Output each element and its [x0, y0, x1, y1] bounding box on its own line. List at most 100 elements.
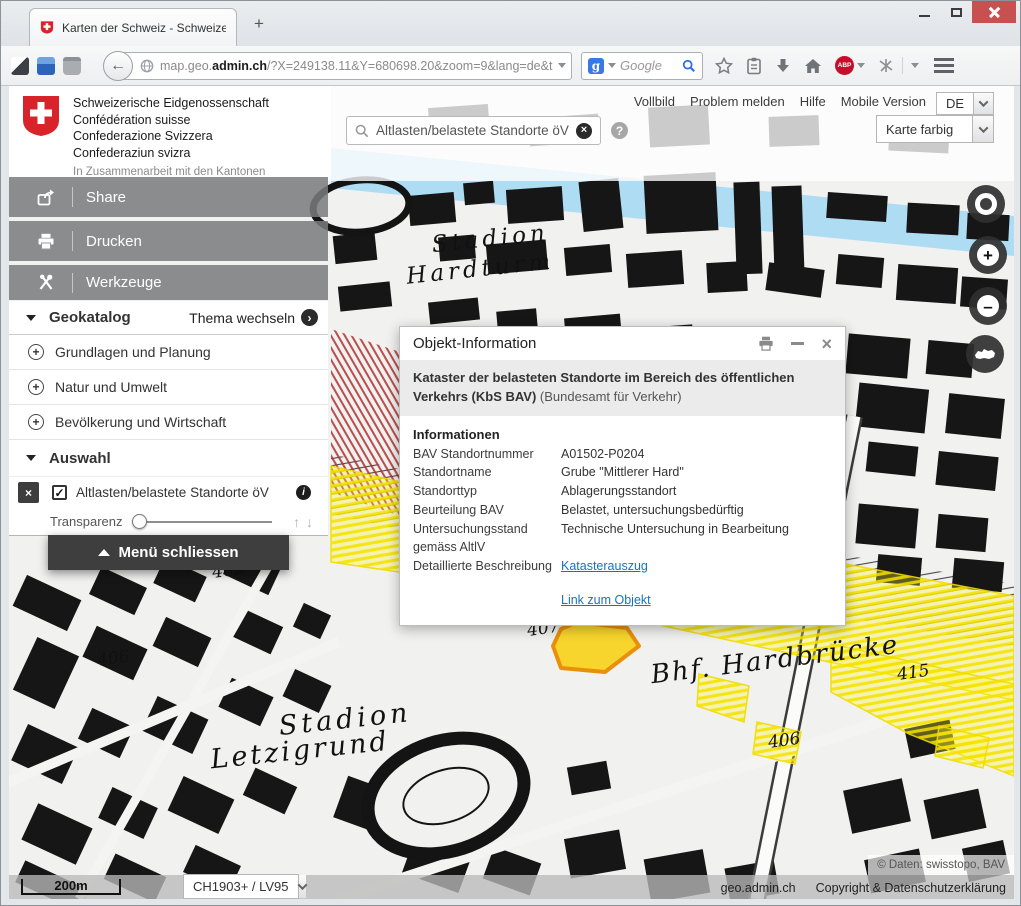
- urlbar-dropdown-icon[interactable]: [558, 63, 566, 68]
- catalog-category-grundlagen[interactable]: + Grundlagen und Planung: [9, 335, 328, 370]
- layer-description: Kataster der belasteten Standorte im Ber…: [400, 360, 845, 416]
- quick-launch-icon-1[interactable]: [11, 57, 29, 75]
- expand-icon[interactable]: +: [28, 344, 44, 360]
- downloads-icon[interactable]: [775, 58, 791, 74]
- footer-bar: 200m CH1903+ / LV95 geo.admin.ch Copyrig…: [9, 875, 1014, 899]
- browser-search-box[interactable]: g Google: [581, 52, 703, 80]
- language-select[interactable]: DE: [936, 92, 994, 115]
- catalog-category-natur[interactable]: + Natur und Umwelt: [9, 370, 328, 405]
- popup-body: Informationen BAV Standortnummer A01502-…: [400, 416, 845, 625]
- info-row: Standorttyp Ablagerungsstandort: [413, 482, 832, 501]
- info-row: Untersuchungsstand gemäss AltlV Technisc…: [413, 520, 832, 558]
- adblock-button[interactable]: ABP: [835, 56, 865, 75]
- info-row: BAV Standortnummer A01502-P0204: [413, 445, 832, 464]
- default-extent-button[interactable]: [966, 335, 1004, 373]
- window-close-button[interactable]: [972, 1, 1016, 23]
- bookmarks-menu-icon[interactable]: [746, 57, 762, 75]
- close-menu-button[interactable]: Menü schliessen: [48, 535, 289, 570]
- geolocation-button[interactable]: [967, 185, 1005, 223]
- caret-down-icon: [26, 315, 36, 321]
- window-minimize-button[interactable]: [908, 1, 940, 23]
- chevron-right-icon[interactable]: ›: [301, 309, 318, 326]
- remove-layer-button[interactable]: ×: [18, 482, 39, 503]
- adblock-dropdown-icon: [857, 63, 865, 68]
- minimize-icon: [919, 15, 930, 17]
- layer-checkbox[interactable]: ✓: [52, 485, 67, 500]
- catalog-category-bevoelkerung[interactable]: + Bevölkerung und Wirtschaft: [9, 405, 328, 440]
- link-help[interactable]: Hilfe: [800, 94, 826, 109]
- cadastre-extract-link[interactable]: Katasterauszug: [561, 557, 648, 576]
- tools-icon: [33, 274, 59, 291]
- link-report-problem[interactable]: Problem melden: [690, 94, 785, 109]
- clear-search-icon[interactable]: ×: [576, 123, 592, 139]
- confederation-logo[interactable]: Schweizerische Eidgenossenschaft Confédé…: [9, 86, 331, 181]
- extension-icon: [878, 58, 894, 74]
- url-domain: admin.ch: [212, 59, 267, 73]
- window-maximize-button[interactable]: [940, 1, 972, 23]
- geolocation-icon: [975, 193, 997, 215]
- back-button[interactable]: ←: [103, 51, 133, 81]
- search-help-icon[interactable]: ?: [611, 122, 628, 139]
- layer-info-icon[interactable]: i: [296, 485, 311, 500]
- new-tab-button[interactable]: +: [248, 14, 270, 34]
- link-fullscreen[interactable]: Vollbild: [634, 94, 675, 109]
- popup-header[interactable]: Objekt-Information ×: [400, 327, 845, 360]
- menu-button[interactable]: [929, 54, 959, 78]
- chevron-down-icon: [972, 116, 993, 142]
- object-link[interactable]: Link zum Objekt: [561, 593, 651, 607]
- search-input[interactable]: [376, 123, 569, 138]
- active-layer-row: × ✓ Altlasten/belastete Standorte öV i: [9, 477, 328, 508]
- map-search-field[interactable]: ×: [346, 116, 601, 145]
- move-layer-down-icon[interactable]: ↓: [306, 514, 314, 530]
- move-layer-up-icon[interactable]: ↑: [293, 514, 301, 530]
- slider-handle[interactable]: [132, 514, 147, 529]
- basemap-select[interactable]: Karte farbig: [876, 115, 994, 143]
- sidebar-item-print[interactable]: Drucken: [9, 221, 328, 261]
- globe-icon: [140, 59, 154, 73]
- selection-header[interactable]: Auswahl: [9, 440, 328, 477]
- close-popup-icon[interactable]: ×: [821, 335, 832, 353]
- geocatalog-title: Geokatalog: [49, 309, 131, 326]
- search-engine-dropdown-icon[interactable]: [608, 63, 616, 68]
- footer-link-site[interactable]: geo.admin.ch: [721, 881, 796, 895]
- sidebar-item-tools[interactable]: Werkzeuge: [9, 265, 328, 300]
- site-header: Schweizerische Eidgenossenschaft Confédé…: [9, 86, 1014, 181]
- transparency-label: Transparenz: [50, 514, 123, 529]
- magnifier-icon[interactable]: [682, 59, 696, 73]
- expand-icon[interactable]: +: [28, 379, 44, 395]
- browser-tab[interactable]: Karten der Schweiz - Schweize...: [29, 8, 237, 46]
- transparency-slider[interactable]: [134, 521, 272, 523]
- chevron-down-icon: [973, 93, 993, 114]
- projection-select[interactable]: CH1903+ / LV95: [183, 874, 299, 899]
- sidebar-item-share[interactable]: Share: [9, 177, 328, 217]
- home-icon[interactable]: [804, 58, 822, 74]
- maximize-icon: [951, 8, 962, 17]
- zoom-out-button[interactable]: –: [969, 287, 1007, 325]
- link-mobile-version[interactable]: Mobile Version: [841, 94, 926, 109]
- google-logo-icon: g: [588, 58, 604, 74]
- zoom-in-button[interactable]: +: [969, 236, 1007, 274]
- logo-line: Confederazione Svizzera: [73, 128, 269, 145]
- address-bar[interactable]: map.geo.admin.ch/?X=249138.11&Y=680698.2…: [117, 52, 572, 80]
- print-popup-icon[interactable]: [758, 336, 774, 351]
- geocatalog-header[interactable]: Geokatalog Thema wechseln ›: [9, 301, 328, 335]
- logo-line: Schweizerische Eidgenossenschaft: [73, 95, 269, 112]
- quick-launch-icon-3[interactable]: [63, 57, 81, 75]
- browser-window: Karten der Schweiz - Schweize... + ← map…: [0, 0, 1021, 906]
- plus-icon: +: [977, 244, 999, 266]
- printer-icon: [33, 233, 59, 250]
- extension-button[interactable]: [878, 57, 919, 74]
- url-path: /?X=249138.11&Y=680698.20&zoom=9&lang=de…: [267, 59, 552, 73]
- switch-theme-link[interactable]: Thema wechseln: [189, 310, 295, 326]
- minimize-popup-icon[interactable]: [791, 342, 804, 345]
- quick-launch-icon-2[interactable]: [37, 57, 55, 75]
- swiss-favicon: [40, 20, 54, 35]
- layer-label: Altlasten/belastete Standorte öV: [76, 485, 296, 500]
- expand-icon[interactable]: +: [28, 414, 44, 430]
- footer-link-copyright[interactable]: Copyright & Datenschutzerklärung: [816, 881, 1006, 895]
- info-row: Detaillierte Beschreibung Katasterauszug: [413, 557, 832, 576]
- scale-bar: 200m: [21, 879, 121, 895]
- object-information-popup: Objekt-Information × Kataster der belast…: [399, 326, 846, 626]
- bookmark-star-icon[interactable]: [715, 57, 733, 75]
- map-attribution[interactable]: © Daten: swisstopo, BAV: [868, 855, 1014, 875]
